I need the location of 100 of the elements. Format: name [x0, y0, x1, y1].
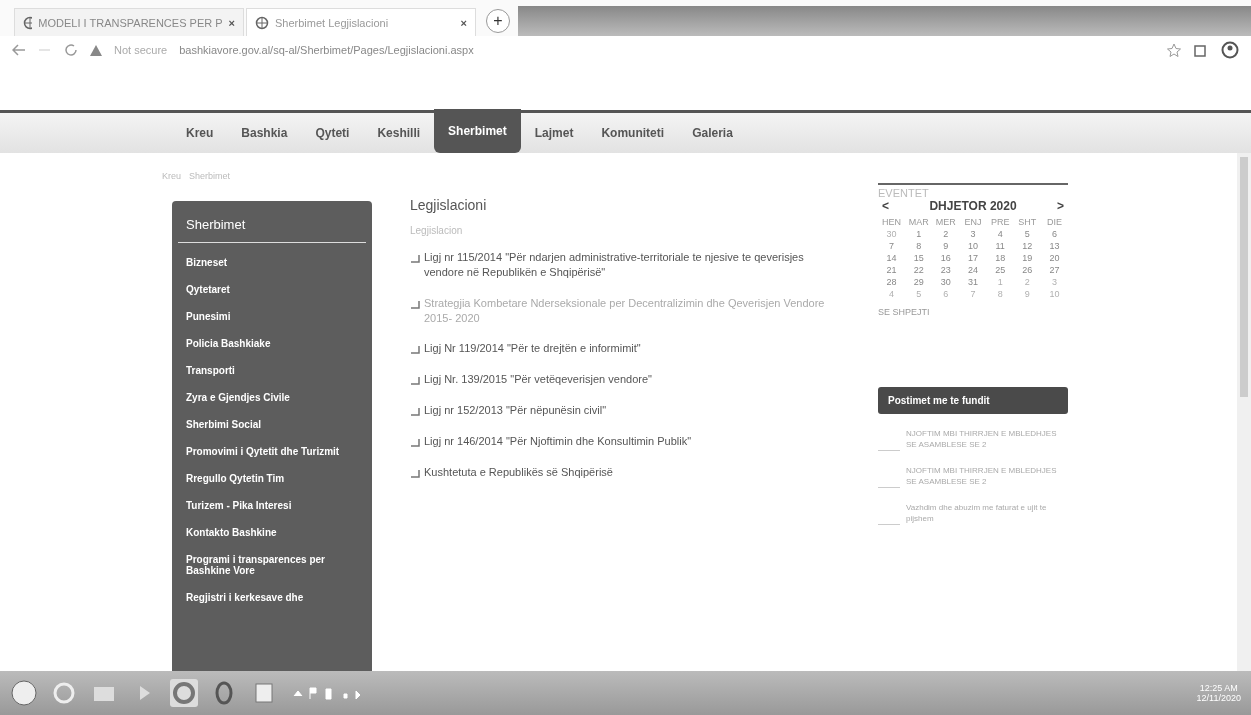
- document-link[interactable]: Kushtetuta e Republikës së Shqipërisë: [424, 464, 613, 480]
- clock-time[interactable]: 12:25 AM: [1199, 683, 1238, 693]
- calendar-day[interactable]: 5: [1013, 229, 1041, 239]
- page-title: Legjislacioni: [410, 197, 488, 213]
- prev-month-button[interactable]: <: [882, 199, 889, 213]
- calendar-day[interactable]: 26: [1013, 265, 1041, 275]
- calendar-day[interactable]: 6: [932, 289, 960, 299]
- clock-date[interactable]: 12/11/2020: [1196, 693, 1241, 703]
- calendar-day[interactable]: 18: [986, 253, 1014, 263]
- document-link[interactable]: Ligj Nr 119/2014 "Për te drejtën e informimit": [424, 341, 641, 357]
- calendar-day[interactable]: 8: [986, 289, 1014, 299]
- sidebar-link[interactable]: Turizem - Pika Interesi: [172, 492, 372, 519]
- calendar-day[interactable]: 6: [1040, 229, 1068, 239]
- scrollbar[interactable]: [1237, 153, 1251, 671]
- calendar-day[interactable]: 10: [959, 241, 987, 251]
- section-label: Legjislacion: [410, 225, 464, 236]
- browser-tab[interactable]: MODELI I TRANSPARENCES PER P ×: [14, 8, 244, 36]
- calendar-day[interactable]: 23: [932, 265, 960, 275]
- calendar-day[interactable]: 17: [959, 253, 987, 263]
- calendar-day[interactable]: 25: [986, 265, 1014, 275]
- calendar-day[interactable]: 20: [1040, 253, 1068, 263]
- document-link[interactable]: Ligj nr 115/2014 "Për ndarjen administrative-territoriale te njesive te qeverisjes vendore në Republikën e Shqipërisë": [424, 250, 840, 280]
- calendar-day[interactable]: 27: [1040, 265, 1068, 275]
- calendar-day[interactable]: 2: [1013, 277, 1041, 287]
- weekday-label: MAR: [907, 217, 930, 227]
- calendar-day[interactable]: 19: [1013, 253, 1041, 263]
- calendar-day[interactable]: 7: [878, 241, 906, 251]
- browser-tab[interactable]: Sherbimet Legjislacioni ×: [246, 8, 476, 36]
- post-link[interactable]: NJOFTIM MBI THIRRJEN E MBLEDHJES SE ASAMBLESE SE 2: [906, 465, 1068, 488]
- calendar-day[interactable]: 28: [878, 277, 906, 287]
- document-icon: [410, 406, 420, 417]
- breadcrumb-link[interactable]: Sherbimet: [189, 171, 231, 185]
- nav-tab[interactable]: Lajmet: [520, 113, 588, 153]
- next-month-button[interactable]: >: [1057, 199, 1064, 213]
- calendar-day[interactable]: 31: [959, 277, 987, 287]
- document-icon: [410, 375, 420, 386]
- sidebar-link[interactable]: Regjistri i kerkesave dhe: [172, 584, 372, 611]
- nav-tab[interactable]: Galeria: [678, 113, 747, 153]
- document-link[interactable]: Ligj Nr. 139/2015 "Për vetëqeverisjen vendore": [424, 372, 652, 388]
- calendar-day[interactable]: 12: [1013, 241, 1041, 251]
- calendar-day[interactable]: 16: [932, 253, 960, 263]
- post-link[interactable]: Vazhdim dhe abuzim me faturat e ujit te pijshem: [906, 502, 1068, 525]
- close-icon[interactable]: ×: [460, 16, 467, 29]
- calendar-day[interactable]: 3: [959, 229, 987, 239]
- calendar-day[interactable]: 21: [878, 265, 906, 275]
- document-link[interactable]: Ligj nr 146/2014 "Për Njoftimin dhe Konsultimin Publik": [424, 433, 692, 449]
- url-text[interactable]: bashkiavore.gov.al/sq-al/Sherbimet/Pages/Legjislacioni.aspx: [179, 44, 474, 56]
- document-link[interactable]: Ligj nr 152/2013 "Për nëpunësin civil": [424, 403, 607, 418]
- document-icon: [410, 298, 420, 309]
- breadcrumb-link[interactable]: Kreu: [162, 171, 181, 185]
- sidebar-link[interactable]: Sherbimi Social: [172, 411, 372, 438]
- nav-tab[interactable]: Qyteti: [301, 113, 364, 153]
- sidebar-link[interactable]: Policia Bashkiake: [172, 330, 372, 357]
- calendar-day[interactable]: 30: [932, 277, 960, 287]
- calendar-day[interactable]: 1: [905, 229, 933, 239]
- nav-tab[interactable]: Keshilli: [363, 113, 435, 153]
- calendar-day[interactable]: 4: [878, 289, 906, 299]
- calendar-day[interactable]: 14: [878, 253, 906, 263]
- calendar-day[interactable]: 9: [932, 241, 960, 251]
- calendar-day[interactable]: 3: [1040, 277, 1068, 287]
- nav-tab[interactable]: Komuniteti: [587, 113, 679, 153]
- sidebar-link[interactable]: Qytetaret: [172, 276, 372, 303]
- calendar-day[interactable]: 1: [986, 277, 1014, 287]
- new-tab-button[interactable]: +: [486, 9, 510, 33]
- calendar-day[interactable]: 22: [905, 265, 933, 275]
- calendar-day[interactable]: 2: [932, 229, 960, 239]
- sidebar-link[interactable]: Programi i transparences per Bashkine Vore: [172, 546, 372, 584]
- calendar-day[interactable]: 11: [986, 241, 1014, 251]
- sidebar-link[interactable]: Rregullo Qytetin Tim: [172, 465, 372, 492]
- close-icon[interactable]: ×: [228, 16, 235, 29]
- nav-tab[interactable]: Bashkia: [227, 113, 302, 153]
- events-title: EVENTET: [878, 187, 930, 199]
- sidebar-link[interactable]: Bizneset: [172, 249, 372, 276]
- document-link[interactable]: Strategjia Kombetare Nderseksionale per Decentralizimin dhe Qeverisjen Vendore 2015- 2020: [424, 295, 840, 326]
- back-icon[interactable]: [12, 44, 26, 56]
- sidebar-link[interactable]: Transporti: [172, 357, 372, 384]
- star-icon[interactable]: [1167, 43, 1181, 57]
- calendar-day[interactable]: 9: [1013, 289, 1041, 299]
- nav-tab[interactable]: Kreu: [172, 113, 228, 153]
- globe-icon: [23, 15, 33, 30]
- calendar-day[interactable]: 4: [986, 229, 1014, 239]
- sidebar-link[interactable]: Kontakto Bashkine: [172, 519, 372, 546]
- start-button-icon[interactable]: [10, 679, 38, 707]
- calendar-day[interactable]: 24: [959, 265, 987, 275]
- post-link[interactable]: NJOFTIM MBI THIRRJEN E MBLEDHJES SE ASAMBLESE SE 2: [906, 428, 1068, 451]
- calendar-day[interactable]: 13: [1040, 241, 1068, 251]
- weekday-label: ENJ: [963, 217, 983, 227]
- nav-tab[interactable]: Sherbimet: [434, 109, 521, 153]
- calendar-day[interactable]: 5: [905, 289, 933, 299]
- profile-icon[interactable]: [1221, 41, 1239, 59]
- calendar-day[interactable]: 8: [905, 241, 933, 251]
- calendar-day[interactable]: 15: [905, 253, 933, 263]
- sidebar-link[interactable]: Zyra e Gjendjes Civile: [172, 384, 372, 411]
- calendar-day[interactable]: 10: [1040, 289, 1068, 299]
- calendar-day[interactable]: 29: [905, 277, 933, 287]
- calendar-day[interactable]: 30: [878, 229, 906, 239]
- calendar-day[interactable]: 7: [959, 289, 987, 299]
- sidebar-link[interactable]: Punesimi: [172, 303, 372, 330]
- reload-icon[interactable]: [64, 43, 78, 57]
- sidebar-link[interactable]: Promovimi i Qytetit dhe Turizmit: [172, 438, 372, 465]
